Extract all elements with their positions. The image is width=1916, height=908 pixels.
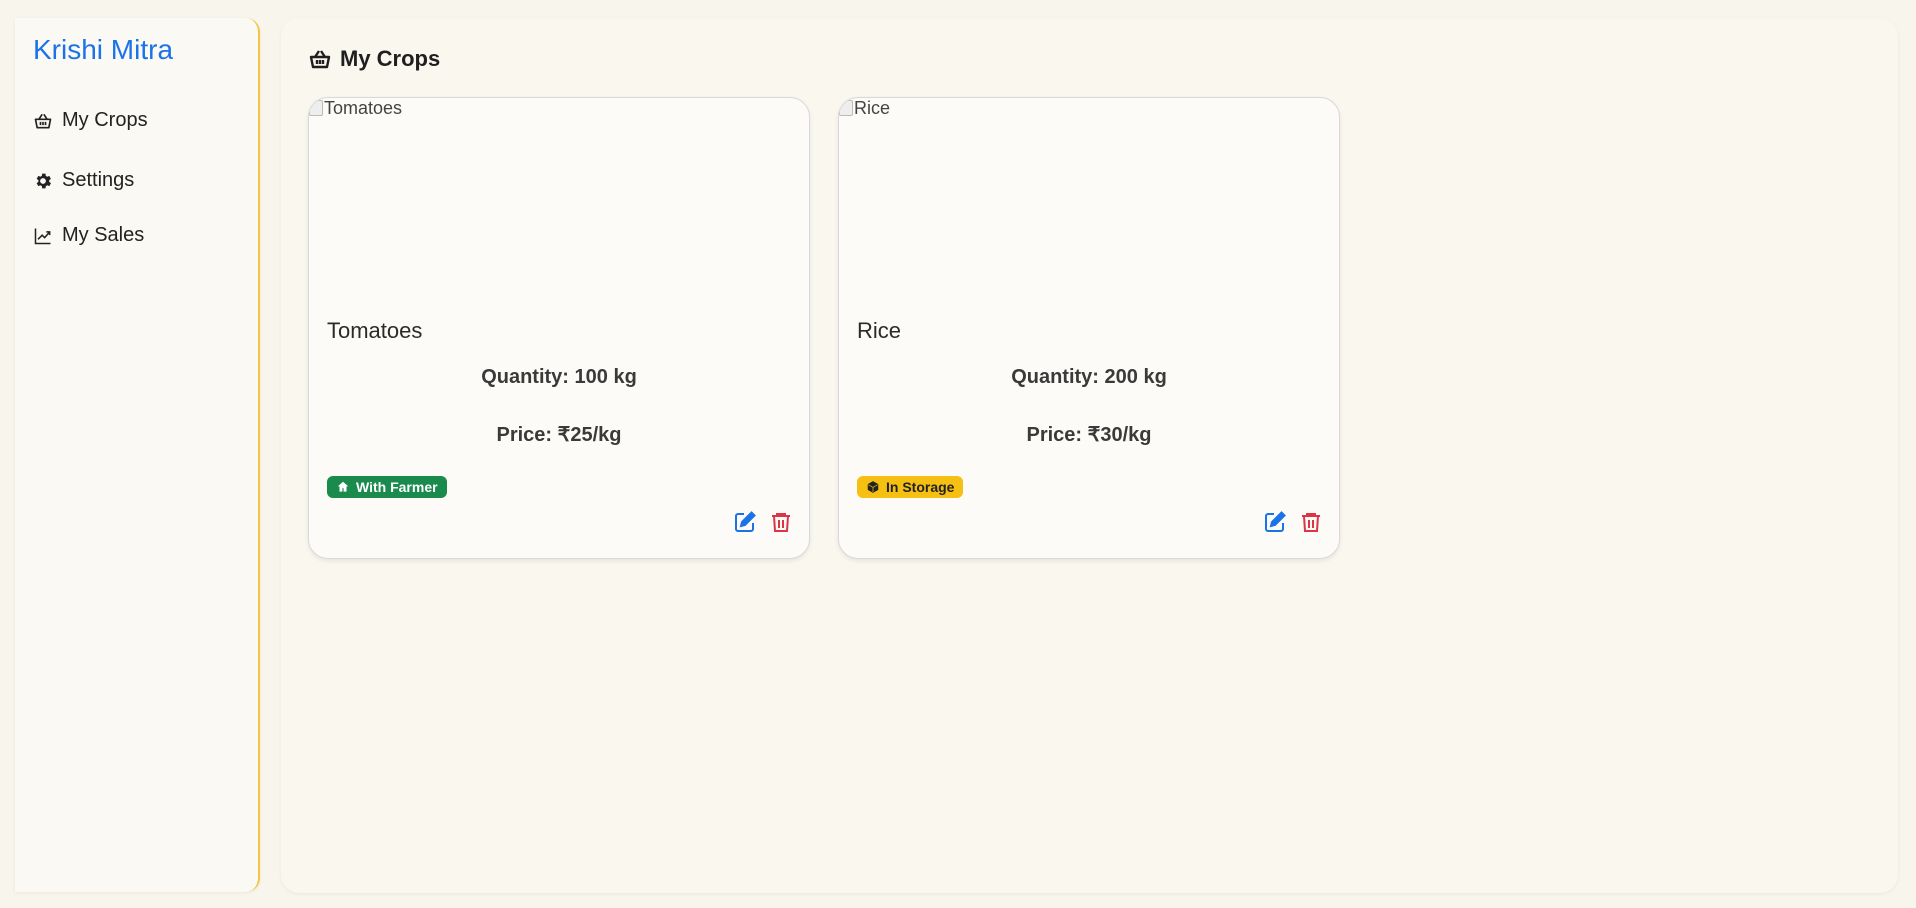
status-badge-text: In Storage	[886, 479, 955, 495]
brand-title[interactable]: Krishi Mitra	[33, 34, 173, 66]
delete-icon[interactable]	[769, 510, 793, 534]
crop-quantity: Quantity: 200 kg	[1011, 366, 1167, 388]
crop-card-tomatoes: Tomatoes Tomatoes Quantity: 100 kg Price…	[308, 97, 810, 559]
status-badge: With Farmer	[327, 476, 447, 498]
sidebar-item-my-crops[interactable]: My Crops	[33, 109, 148, 132]
edit-icon[interactable]	[1263, 510, 1287, 534]
sidebar-item-label: My Crops	[62, 109, 148, 131]
crop-name: Rice	[857, 318, 902, 343]
crop-image: Rice	[839, 98, 1339, 308]
status-badge-text: With Farmer	[356, 479, 438, 495]
basket-icon	[34, 113, 52, 128]
crop-image-alt: Tomatoes	[324, 98, 403, 118]
gear-icon	[36, 173, 51, 188]
broken-image-icon	[309, 100, 323, 116]
basket-icon	[309, 50, 331, 69]
box-icon	[867, 481, 879, 493]
delete-icon[interactable]	[1299, 510, 1323, 534]
page-title-text: My Crops	[340, 46, 441, 71]
sidebar: Krishi Mitra My Crops Settings My Sales	[15, 18, 260, 892]
sidebar-item-label: My Sales	[62, 224, 145, 246]
page-title: My Crops	[308, 46, 440, 72]
crop-price: Price: ₹25/kg	[496, 424, 622, 446]
crop-image-alt: Rice	[854, 98, 891, 118]
crop-quantity: Quantity: 100 kg	[481, 366, 637, 388]
crop-card-rice: Rice Rice Quantity: 200 kg Price: ₹30/kg…	[838, 97, 1340, 559]
home-icon	[337, 481, 349, 492]
edit-icon[interactable]	[733, 510, 757, 534]
card-actions	[1263, 510, 1323, 534]
crop-image: Tomatoes	[309, 98, 809, 308]
sidebar-item-my-sales[interactable]: My Sales	[33, 224, 144, 247]
trend-chart-icon	[34, 228, 51, 244]
crop-price: Price: ₹30/kg	[1026, 424, 1152, 446]
status-badge: In Storage	[857, 476, 964, 498]
crop-name: Tomatoes	[327, 318, 423, 343]
card-actions	[733, 510, 793, 534]
broken-image-icon	[839, 100, 853, 116]
sidebar-item-label: Settings	[62, 169, 135, 191]
sidebar-item-settings[interactable]: Settings	[33, 169, 134, 192]
main-content: My Crops Tomatoes Tomatoes Quantity: 100…	[281, 18, 1898, 893]
